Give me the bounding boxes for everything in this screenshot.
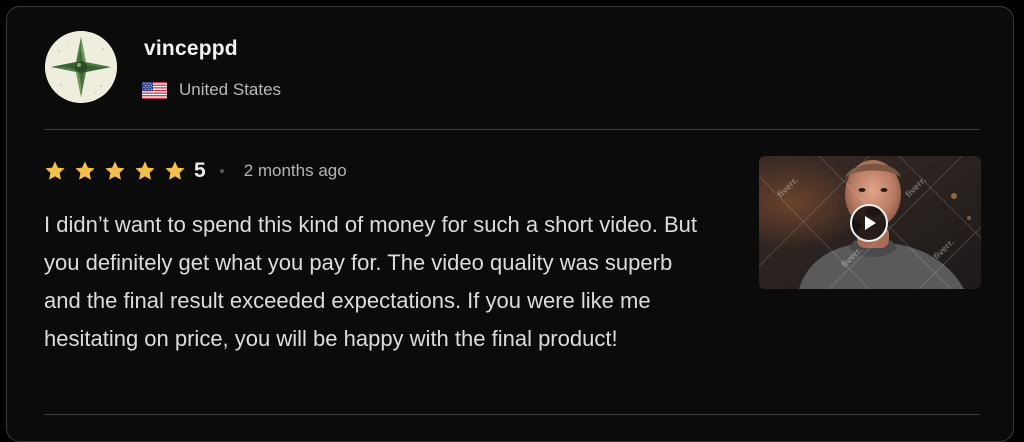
avatar[interactable] (45, 31, 117, 103)
review-text: I didn’t want to spend this kind of mone… (44, 212, 698, 351)
reviewer-country: United States (142, 80, 281, 100)
review-card: vinceppd United States 5 2 months ago I … (6, 6, 1014, 442)
review-video-thumbnail[interactable]: fiverr. fiverr. fiverr. fiverr. (759, 156, 981, 289)
username[interactable]: vinceppd (144, 37, 238, 61)
us-flag-icon (142, 81, 167, 99)
star-icon (104, 160, 126, 182)
rating-value: 5 (194, 159, 206, 182)
star-icon (74, 160, 96, 182)
green-star-compass-icon (45, 31, 117, 103)
country-name: United States (179, 80, 282, 99)
star-icon (164, 160, 186, 182)
review-time: 2 months ago (243, 161, 347, 180)
play-icon (865, 216, 876, 230)
star-icon (134, 160, 156, 182)
divider (44, 414, 980, 415)
divider (44, 129, 980, 130)
star-icon (44, 160, 66, 182)
separator-dot (219, 169, 224, 173)
rating-row: 5 2 months ago (44, 157, 347, 185)
star-rating (44, 160, 194, 182)
play-button[interactable] (850, 204, 888, 242)
